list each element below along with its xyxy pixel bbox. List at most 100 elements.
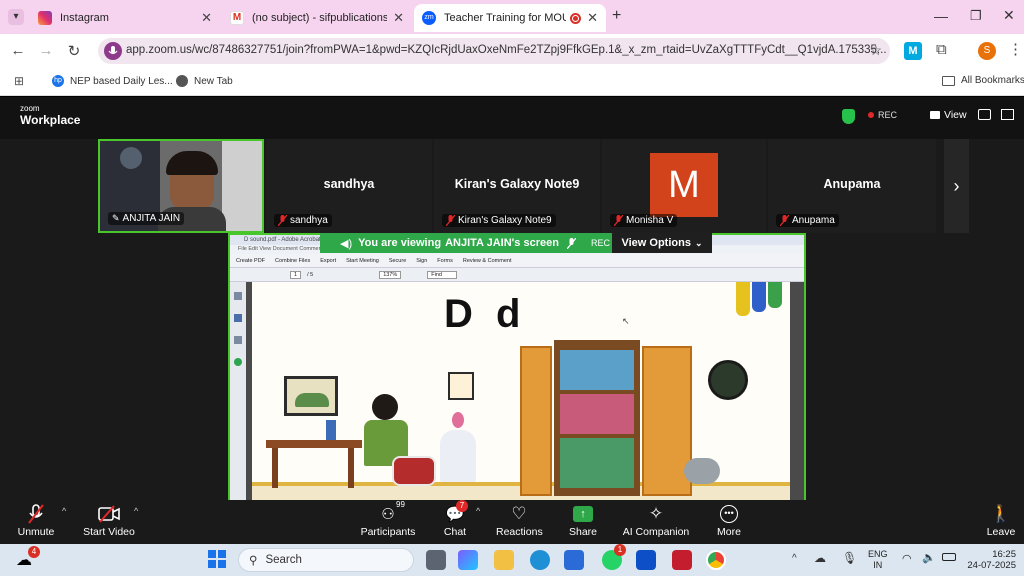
unmute-button[interactable]: Unmute <box>14 502 58 538</box>
pages-icon[interactable] <box>234 292 242 300</box>
language-indicator[interactable]: ENG IN <box>868 549 888 571</box>
forms-button[interactable]: Forms <box>437 258 453 264</box>
battery-icon[interactable] <box>942 553 956 561</box>
participant-name-tag: ✎ ANJITA JAIN <box>108 212 185 225</box>
share-button[interactable]: ↑ Share <box>566 502 600 538</box>
page-number-input[interactable]: 1 <box>290 270 302 279</box>
clock-date: 24-07-2025 <box>967 560 1016 571</box>
back-button[interactable]: ← <box>8 42 28 59</box>
edge-icon[interactable] <box>530 550 550 570</box>
microphone-icon[interactable]: 🎙 <box>842 551 857 565</box>
restore-button[interactable]: ❐ <box>970 8 982 24</box>
chrome-icon[interactable] <box>706 550 726 570</box>
all-bookmarks[interactable]: All Bookmarks <box>942 75 1024 86</box>
whatsapp-icon[interactable]: 1 <box>602 544 626 570</box>
view-button[interactable]: View <box>930 109 967 121</box>
forward-button[interactable]: → <box>36 42 56 59</box>
tab-zoom[interactable]: zm Teacher Training for MOU C ✕ <box>414 4 606 32</box>
next-page-button[interactable]: › <box>944 139 969 233</box>
shield-icon[interactable] <box>842 109 855 124</box>
fullscreen-icon[interactable] <box>1001 109 1014 120</box>
participant-name-tag: Kiran's Galaxy Note9 <box>442 214 556 227</box>
start-meeting-button[interactable]: Start Meeting <box>346 258 379 264</box>
store-icon[interactable] <box>564 550 584 570</box>
audio-options-caret[interactable]: ^ <box>62 506 66 516</box>
zoom-level-input[interactable]: 137% <box>379 270 402 279</box>
whatsapp-badge: 1 <box>614 544 626 556</box>
start-video-button[interactable]: Start Video <box>82 502 136 538</box>
window-close-button[interactable]: ✕ <box>1003 7 1015 24</box>
leave-button[interactable]: 🚶 Leave <box>984 502 1018 538</box>
more-button[interactable]: ••• More <box>712 502 746 538</box>
chat-options-caret[interactable]: ^ <box>476 506 480 516</box>
recording-indicator[interactable]: REC <box>868 110 897 120</box>
pencil-cup-illustration <box>326 420 336 440</box>
extensions-puzzle-icon[interactable]: ⧉ <box>936 41 947 58</box>
participant-tile[interactable]: Kiran's Galaxy Note9 Kiran's Galaxy Note… <box>434 139 600 233</box>
close-icon[interactable]: ✕ <box>201 10 212 26</box>
new-tab-button[interactable]: + <box>612 7 621 25</box>
task-view-icon[interactable] <box>426 550 446 570</box>
browser-menu-icon[interactable]: ⋮ <box>1008 40 1023 58</box>
wifi-icon[interactable]: ◠ <box>902 552 912 565</box>
export-button[interactable]: Export <box>320 258 336 264</box>
start-button[interactable] <box>208 550 226 568</box>
secure-button[interactable]: Secure <box>389 258 406 264</box>
close-icon[interactable]: ✕ <box>393 10 404 26</box>
review-comment-button[interactable]: Review & Comment <box>463 258 512 264</box>
participant-tile[interactable]: sandhya sandhya <box>266 139 432 233</box>
app-icon[interactable] <box>636 550 656 570</box>
reactions-button[interactable]: ♡ Reactions <box>496 502 543 538</box>
chat-button[interactable]: 💬 7 Chat <box>438 500 472 538</box>
banner-prefix: You are viewing <box>358 237 442 249</box>
participant-tile-video[interactable]: ✎ ANJITA JAIN <box>98 139 264 233</box>
share-icon: ↑ <box>566 502 600 526</box>
participants-label: Participants <box>360 526 416 538</box>
picture-in-picture-icon[interactable] <box>978 109 991 120</box>
participant-tile[interactable]: Anupama Anupama <box>768 139 936 233</box>
bookmark-new-tab[interactable]: New Tab <box>176 75 233 87</box>
tab-gmail[interactable]: M (no subject) - sifpublications@g ✕ <box>222 4 412 32</box>
reload-button[interactable]: ↻ <box>64 42 84 60</box>
bookmarks-panel-icon[interactable] <box>234 314 242 322</box>
tab-instagram[interactable]: Instagram ✕ <box>30 4 220 32</box>
participant-hair <box>166 151 218 175</box>
address-bar[interactable]: app.zoom.us/wc/87486327751/join?fromPWA=… <box>98 38 890 64</box>
page-total: / 5 <box>307 271 314 278</box>
attachments-icon[interactable] <box>234 336 242 344</box>
clock[interactable]: 16:25 24-07-2025 <box>964 549 1016 571</box>
taskbar-search-box[interactable]: ⚲ Search <box>238 548 414 572</box>
shared-screen[interactable]: D sound.pdf - Adobe Acrobat Pro File Edi… <box>228 233 806 543</box>
sign-button[interactable]: Sign <box>416 258 427 264</box>
copilot-icon[interactable] <box>458 550 478 570</box>
url-text: app.zoom.us/wc/87486327751/join?fromPWA=… <box>126 44 887 56</box>
tray-overflow-icon[interactable]: ^ <box>792 553 797 564</box>
signatures-icon[interactable] <box>234 358 242 366</box>
onedrive-icon[interactable]: ☁ <box>814 551 826 565</box>
create-pdf-button[interactable]: Create PDF <box>236 258 265 264</box>
tab-search-button[interactable]: ▾ <box>8 9 24 25</box>
volume-icon[interactable]: 🔈 <box>922 551 936 564</box>
profile-avatar[interactable]: S <box>978 42 996 60</box>
bookmarks-bar: ⊞ hp NEP based Daily Les... New Tab All … <box>0 68 1024 96</box>
weather-widget[interactable]: ☁ 4 <box>16 546 40 570</box>
file-explorer-icon[interactable] <box>494 550 514 570</box>
mic-muted-icon <box>14 502 58 526</box>
participants-button[interactable]: ⚇ 99 Participants <box>360 500 416 538</box>
participant-display-name: Anupama <box>823 177 881 191</box>
video-options-caret[interactable]: ^ <box>134 506 138 516</box>
minimize-button[interactable]: — <box>934 8 948 24</box>
close-icon[interactable]: ✕ <box>587 10 598 26</box>
apps-grid-icon[interactable]: ⊞ <box>14 74 24 88</box>
view-options-button[interactable]: View Options ⌄ <box>612 233 712 253</box>
site-info-icon[interactable] <box>104 42 122 60</box>
participant-tile[interactable]: M Monisha V <box>602 139 766 233</box>
find-input[interactable]: Find <box>427 270 457 279</box>
bookmark-star-icon[interactable]: ☆ <box>869 42 882 59</box>
bookmark-nep[interactable]: hp NEP based Daily Les... <box>52 75 173 87</box>
extension-m-icon[interactable]: M <box>904 42 922 60</box>
mcafee-icon[interactable] <box>672 550 692 570</box>
tab-title: (no subject) - sifpublications@g <box>252 12 388 24</box>
combine-files-button[interactable]: Combine Files <box>275 258 310 264</box>
ai-companion-button[interactable]: ✧ AI Companion <box>620 502 692 538</box>
